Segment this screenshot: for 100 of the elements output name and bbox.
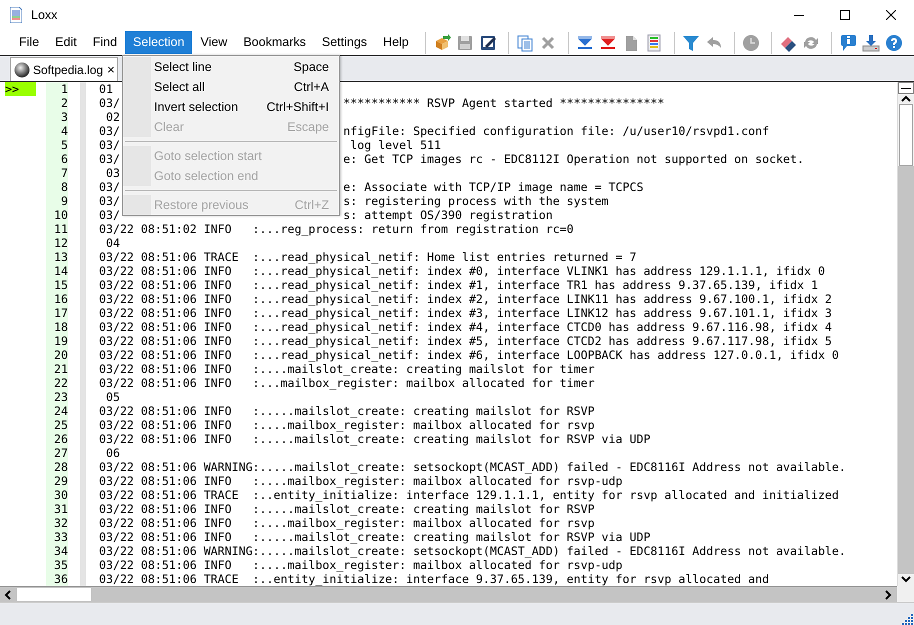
log-line: 05 bbox=[104, 390, 120, 404]
log-line: 03/ bbox=[99, 96, 120, 110]
vertical-scrollbar[interactable] bbox=[897, 82, 914, 586]
funnel-icon[interactable] bbox=[682, 34, 700, 52]
floppy-pen-icon[interactable] bbox=[479, 34, 498, 52]
line-number: 25 bbox=[53, 418, 68, 432]
log-line: 03/22 08:51:06 INFO :...read_physical_netif: index #4, interface CTCD0 has address 9.67.116.98, ifidx 4 bbox=[99, 320, 832, 334]
line-number: 35 bbox=[53, 558, 68, 572]
line-number: 18 bbox=[53, 320, 68, 334]
triangle-bar-icon[interactable] bbox=[576, 34, 594, 52]
log-line: 03/ bbox=[99, 152, 120, 166]
tab-close-button[interactable]: × bbox=[106, 62, 116, 77]
ball-icon bbox=[14, 62, 30, 78]
line-number: 24 bbox=[53, 404, 68, 418]
log-line: 03/22 08:51:06 INFO :...read_physical_netif: index #2, interface LINK11 has address 9.67.100.1, ifidx 2 bbox=[99, 292, 832, 306]
scroll-thumb[interactable] bbox=[899, 104, 913, 166]
line-number: 13 bbox=[53, 250, 68, 264]
tab-label: Softpedia.log bbox=[33, 62, 104, 76]
log-line: 03/22 08:51:06 WARNING:.....mailslot_create: setsockopt(MCAST_ADD) failed - EDC8116I Address not available. bbox=[99, 460, 846, 474]
line-number: 10 bbox=[53, 208, 68, 222]
line-number: 32 bbox=[53, 516, 68, 530]
log-line: 03/22 08:51:06 INFO :....mailbox_register: mailbox allocated for rsvp bbox=[99, 418, 595, 432]
log-line: 03/22 08:51:02 INFO :...reg_process: return from registration rc=0 bbox=[99, 222, 574, 236]
split-handle[interactable] bbox=[898, 82, 914, 94]
app-icon bbox=[10, 7, 22, 23]
log-line: 03/22 08:51:06 TRACE :..entity_initialize: interface 129.1.1.1, entity for rsvp allocated and initialized bbox=[99, 488, 839, 502]
box-arrow-icon[interactable] bbox=[433, 34, 452, 52]
log-line: 03/ bbox=[99, 138, 120, 152]
line-number: 3 bbox=[60, 110, 68, 124]
line-number: 31 bbox=[53, 502, 68, 516]
file-tab[interactable]: Softpedia.log × bbox=[10, 57, 118, 81]
log-line: 03/22 08:51:06 INFO :....mailbox_register: mailbox allocated for rsvp-udp bbox=[99, 474, 623, 488]
line-number: 20 bbox=[53, 348, 68, 362]
line-number: 34 bbox=[53, 544, 68, 558]
line-number: 15 bbox=[53, 278, 68, 292]
log-line: e: Get TCP images rc - EDC8112I Operation not supported on socket. bbox=[343, 152, 804, 166]
menu-item[interactable]: Help bbox=[375, 31, 417, 54]
line-number: 29 bbox=[53, 474, 68, 488]
triangle-bar-icon[interactable] bbox=[599, 34, 618, 52]
log-line: 03/22 08:51:06 WARNING:.....mailslot_create: setsockopt(MCAST_ADD) failed - EDC8116I Address not available. bbox=[99, 544, 846, 558]
menu-item[interactable]: File bbox=[11, 31, 48, 54]
log-line: 03/22 08:51:06 INFO :.....mailslot_create: creating mailslot for RSVP bbox=[99, 502, 595, 516]
line-number: 19 bbox=[53, 334, 68, 348]
line-number: 5 bbox=[60, 138, 68, 152]
log-line: 03/ bbox=[99, 124, 120, 138]
menu-item[interactable]: Selection bbox=[125, 31, 192, 54]
menu-item[interactable]: Settings bbox=[314, 31, 376, 54]
download-tray-icon[interactable] bbox=[862, 34, 880, 52]
line-number: 8 bbox=[60, 180, 68, 194]
menu-item[interactable]: Bookmarks bbox=[235, 31, 314, 54]
log-line: 03/22 08:51:06 INFO :....mailbox_register: mailbox allocated for rsvp bbox=[99, 516, 595, 530]
line-number: 23 bbox=[53, 390, 68, 404]
line-number: 6 bbox=[60, 152, 68, 166]
log-line: *********** RSVP Agent started *************** bbox=[343, 96, 664, 110]
line-number: 14 bbox=[53, 264, 68, 278]
line-number: 16 bbox=[53, 292, 68, 306]
log-line: 03/22 08:51:06 INFO :...read_physical_netif: index #5, interface CTCD2 has address 9.67.117.98, ifidx 5 bbox=[99, 334, 832, 348]
log-line: 03/22 08:51:06 INFO :...read_physical_netif: index #6, interface LOOPBACK has address 127.0.0.1, ifidx 0 bbox=[99, 348, 839, 362]
log-line: 03/22 08:51:06 INFO :...read_physical_netif: index #1, interface TR1 has address 9.37.65.139, ifidx 1 bbox=[99, 278, 818, 292]
log-line: 03/ bbox=[99, 208, 120, 222]
resize-grip-icon[interactable] bbox=[902, 613, 914, 625]
log-line: e: Associate with TCP/IP image name = TCPCS bbox=[343, 180, 644, 194]
line-number: 12 bbox=[53, 236, 68, 250]
log-line: 03/22 08:51:06 INFO :.....mailslot_create: creating mailslot for RSVP bbox=[99, 404, 595, 418]
log-line: nfigFile: Specified configuration file: /u/user10/rsvpd1.conf bbox=[343, 124, 770, 138]
close-icon[interactable] bbox=[886, 10, 896, 20]
line-number: 26 bbox=[53, 432, 68, 446]
line-number: 36 bbox=[53, 572, 68, 586]
log-line: s: registering process with the system bbox=[343, 194, 609, 208]
log-line: 01 bbox=[99, 82, 113, 96]
maximize-icon[interactable] bbox=[840, 10, 850, 20]
window-title: Loxx bbox=[31, 8, 58, 22]
documents-icon[interactable] bbox=[516, 34, 534, 52]
scroll-thumb[interactable] bbox=[17, 588, 91, 601]
line-number: 17 bbox=[53, 306, 68, 320]
info-bubble-icon[interactable] bbox=[839, 34, 858, 52]
log-line: 03/22 08:51:06 INFO :.....mailslot_create: creating mailslot for RSVP via UDP bbox=[99, 432, 650, 446]
line-number: 22 bbox=[53, 376, 68, 390]
line-number: 33 bbox=[53, 530, 68, 544]
line-number: 21 bbox=[53, 362, 68, 376]
color-list-icon[interactable] bbox=[645, 34, 664, 52]
log-line: 02 bbox=[104, 110, 120, 124]
menu-item[interactable]: View bbox=[192, 31, 236, 54]
log-line: 03 bbox=[104, 166, 120, 180]
line-number: 27 bbox=[53, 446, 68, 460]
log-line: 03/22 08:51:06 INFO :....mailbox_register: mailbox allocated for rsvp-udp bbox=[99, 558, 623, 572]
line-number: 30 bbox=[53, 488, 68, 502]
line-number: 28 bbox=[53, 460, 68, 474]
log-line: log level 511 bbox=[349, 138, 442, 152]
help-icon[interactable] bbox=[885, 34, 904, 52]
log-line: 03/22 08:51:06 INFO :...mailbox_register: mailbox allocated for timer bbox=[99, 376, 595, 390]
log-line: 03/ bbox=[99, 180, 120, 194]
horizontal-scrollbar[interactable] bbox=[0, 586, 897, 602]
line-number: 9 bbox=[60, 194, 68, 208]
menu-item[interactable]: Edit bbox=[47, 31, 85, 54]
log-line: 03/22 08:51:06 INFO :...read_physical_netif: index #0, interface VLINK1 has address 129.1.1.1, ifidx 0 bbox=[99, 264, 825, 278]
menu-item[interactable]: Find bbox=[84, 31, 126, 54]
log-line: 03/22 08:51:06 INFO :...read_physical_netif: index #3, interface LINK12 has address 9.67.101.1, ifidx 3 bbox=[99, 306, 832, 320]
line-number: 11 bbox=[53, 222, 68, 236]
line-number: 7 bbox=[60, 166, 68, 180]
